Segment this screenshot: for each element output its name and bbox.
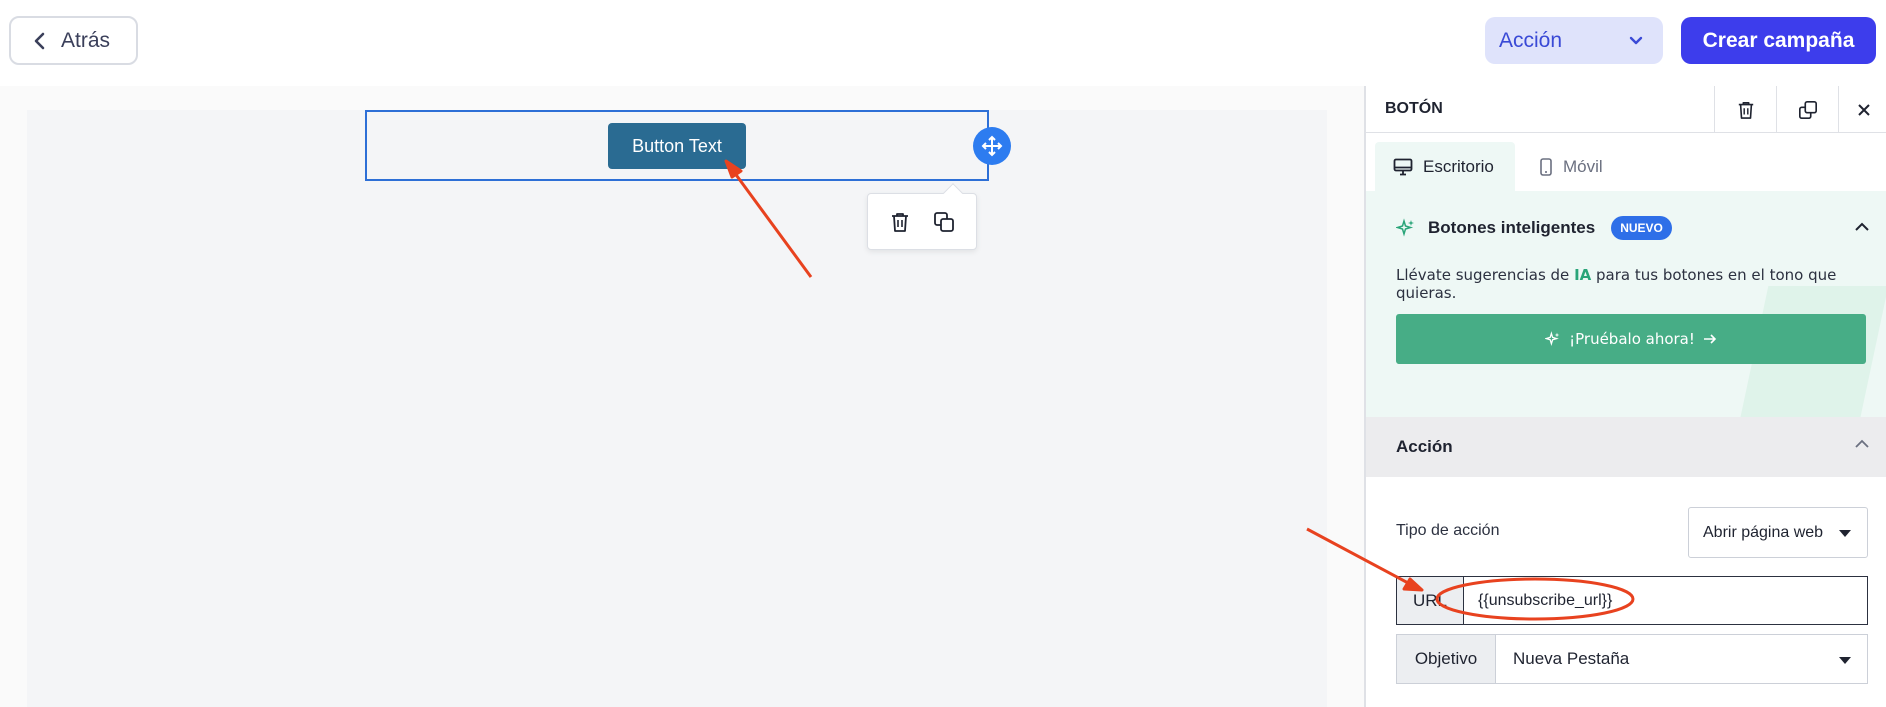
panel-delete-button[interactable] <box>1714 86 1776 133</box>
try-now-button[interactable]: ¡Pruébalo ahora! <box>1396 314 1866 364</box>
create-campaign-label: Crear campaña <box>1702 28 1855 52</box>
chevron-down-icon <box>1629 36 1643 45</box>
email-canvas[interactable] <box>27 110 1327 707</box>
action-dropdown-button[interactable]: Acción <box>1485 17 1663 64</box>
action-type-value: Abrir página web <box>1703 523 1824 541</box>
duplicate-icon <box>1798 100 1817 119</box>
panel-header: BOTÓN <box>1366 86 1886 133</box>
caret-down-icon <box>1839 530 1851 537</box>
sparkle-icon <box>1545 331 1560 347</box>
trash-icon <box>892 212 908 232</box>
target-value: Nueva Pestaña <box>1513 649 1630 668</box>
panel-title: BOTÓN <box>1385 100 1443 117</box>
smart-buttons-section: Botones inteligentes NUEVO Llévate suger… <box>1366 191 1886 417</box>
desc-before: Llévate sugerencias de <box>1396 266 1575 284</box>
tab-mobile[interactable]: Móvil <box>1521 142 1621 191</box>
top-bar: Atrás Acción Crear campaña <box>0 0 1886 86</box>
move-icon <box>981 135 1003 157</box>
desktop-icon <box>1393 158 1413 175</box>
tab-desktop[interactable]: Escritorio <box>1375 142 1515 191</box>
duplicate-block-button[interactable] <box>932 210 956 234</box>
new-badge: NUEVO <box>1611 216 1672 240</box>
back-label: Atrás <box>61 28 111 52</box>
target-field-group[interactable]: Objetivo Nueva Pestaña <box>1396 634 1868 684</box>
back-button[interactable]: Atrás <box>9 16 138 65</box>
url-label: URL <box>1397 577 1464 624</box>
properties-panel: BOTÓN Escritorio Móvil Botones inteligen… <box>1364 86 1886 707</box>
close-icon <box>1857 103 1870 116</box>
email-preview-button[interactable]: Button Text <box>608 123 746 169</box>
smart-buttons-header: Botones inteligentes NUEVO <box>1396 216 1672 240</box>
chevron-up-icon <box>1855 439 1869 448</box>
panel-duplicate-button[interactable] <box>1776 86 1838 133</box>
block-floating-toolbar <box>867 183 977 250</box>
panel-close-button[interactable] <box>1838 86 1886 133</box>
chevron-left-icon <box>34 32 45 49</box>
move-block-handle[interactable] <box>973 127 1011 165</box>
action-type-label: Tipo de acción <box>1396 522 1500 539</box>
sparkle-icon <box>1396 218 1414 237</box>
action-section-title: Acción <box>1396 437 1453 456</box>
create-campaign-button[interactable]: Crear campaña <box>1681 17 1876 64</box>
tab-mobile-label: Móvil <box>1563 156 1603 176</box>
device-tabs: Escritorio Móvil <box>1366 133 1886 191</box>
chevron-up-icon <box>1855 222 1869 231</box>
delete-block-button[interactable] <box>888 210 912 234</box>
caret-down-icon <box>1839 657 1851 664</box>
trash-icon <box>1738 101 1753 119</box>
email-preview-button-label: Button Text <box>632 135 722 156</box>
mobile-icon <box>1540 157 1552 176</box>
desc-ia-highlight: IA <box>1574 266 1592 284</box>
try-now-label: ¡Pruébalo ahora! <box>1569 330 1695 348</box>
action-type-select[interactable]: Abrir página web <box>1688 507 1868 558</box>
action-section-header[interactable]: Acción <box>1366 417 1886 477</box>
tab-desktop-label: Escritorio <box>1423 156 1494 176</box>
smart-collapse-button[interactable] <box>1854 219 1870 237</box>
smart-buttons-description: Llévate sugerencias de IA para tus boton… <box>1396 266 1886 302</box>
arrow-right-icon <box>1703 334 1717 344</box>
target-select[interactable]: Nueva Pestaña <box>1496 635 1867 683</box>
duplicate-icon <box>934 211 954 232</box>
action-dropdown-label: Acción <box>1499 28 1563 52</box>
target-label: Objetivo <box>1397 635 1496 683</box>
url-field-group: URL <box>1396 576 1868 625</box>
smart-buttons-title: Botones inteligentes <box>1428 218 1596 237</box>
url-input[interactable] <box>1464 577 1867 624</box>
